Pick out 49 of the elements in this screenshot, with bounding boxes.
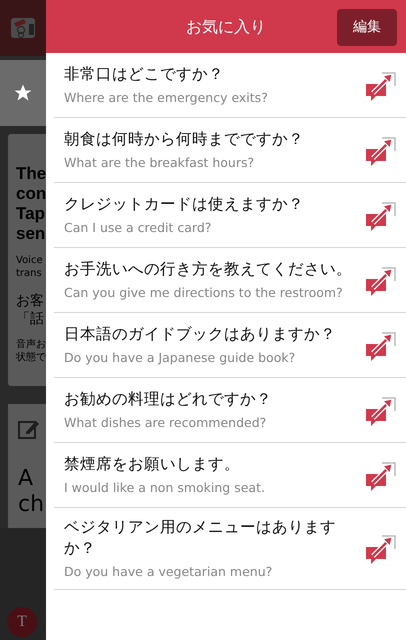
japanese-phrase: ベジタリアン用のメニューはありますか？ <box>64 517 337 559</box>
speech-share-icon[interactable] <box>364 70 398 102</box>
favorites-tab[interactable] <box>0 60 46 126</box>
speech-share-icon[interactable] <box>364 264 398 296</box>
speech-share-icon[interactable] <box>364 460 398 492</box>
card-text: The <box>16 164 46 184</box>
english-phrase: I would like a non smoking seat. <box>64 479 266 497</box>
english-phrase: Do you have a Japanese guide book? <box>64 349 296 367</box>
drawer-title: お気に入り <box>186 16 266 38</box>
card-text: trans <box>16 267 43 280</box>
phrase-item[interactable]: ベジタリアン用のメニューはありますか？ Do you have a vegetarian menu? <box>54 508 406 590</box>
phrase-item[interactable]: 禁煙席をお願いします。 I would like a non smoking seat. <box>54 443 406 508</box>
card-text: 「話 <box>16 310 45 328</box>
card-text: お客 <box>16 292 45 310</box>
english-phrase: Can you give me directions to the restroom? <box>64 284 344 302</box>
card-text: con <box>16 184 46 204</box>
phrase-item[interactable]: クレジットカードは使えますか？ Can I use a credit card? <box>54 183 406 248</box>
japanese-phrase: お手洗いへの行き方を教えてください。 <box>64 259 353 280</box>
card-text: sen <box>16 224 46 244</box>
english-phrase: What are the breakfast hours? <box>64 154 256 172</box>
english-phrase: What dishes are recommended? <box>64 414 268 432</box>
english-phrase: Do you have a vegetarian menu? <box>64 563 274 581</box>
edit-button[interactable]: 編集 <box>337 9 397 46</box>
phrase-item[interactable]: 朝食は何時から何時までですか？ What are the breakfast hours? <box>54 118 406 183</box>
card-text: A <box>18 466 34 492</box>
japanese-phrase: お勧めの料理はどれですか？ <box>64 389 273 410</box>
phrase-item[interactable]: お勧めの料理はどれですか？ What dishes are recommended? <box>54 378 406 443</box>
star-icon <box>13 83 33 103</box>
speech-share-icon[interactable] <box>364 533 398 565</box>
card-text: 音声お <box>16 338 46 351</box>
japanese-phrase: クレジットカードは使えますか？ <box>64 194 305 215</box>
card-text: 状態で <box>16 351 46 364</box>
speech-share-icon[interactable] <box>364 330 398 362</box>
card-text: ch <box>18 492 46 518</box>
speech-share-icon[interactable] <box>364 134 398 166</box>
japanese-phrase: 朝食は何時から何時までですか？ <box>64 129 305 150</box>
japanese-phrase: 日本語のガイドブックはありますか？ <box>64 324 337 345</box>
speech-share-icon[interactable] <box>364 394 398 426</box>
english-phrase: Can I use a credit card? <box>64 219 212 237</box>
phrase-item[interactable]: 非常口はどこですか？ Where are the emergency exits? <box>54 53 406 118</box>
japanese-phrase: 非常口はどこですか？ <box>64 64 225 85</box>
japanese-phrase: 禁煙席をお願いします。 <box>64 454 241 475</box>
speech-share-icon[interactable] <box>364 200 398 232</box>
english-phrase: Where are the emergency exits? <box>64 89 269 107</box>
card-text: Voice <box>16 254 44 267</box>
card-text: Tap <box>16 204 46 224</box>
edit-icon <box>18 418 40 439</box>
phrase-item[interactable]: 日本語のガイドブックはありますか？ Do you have a Japanese guide book? <box>54 313 406 378</box>
phrase-item[interactable]: お手洗いへの行き方を教えてください。 Can you give me directions to the restroom? <box>54 248 406 313</box>
